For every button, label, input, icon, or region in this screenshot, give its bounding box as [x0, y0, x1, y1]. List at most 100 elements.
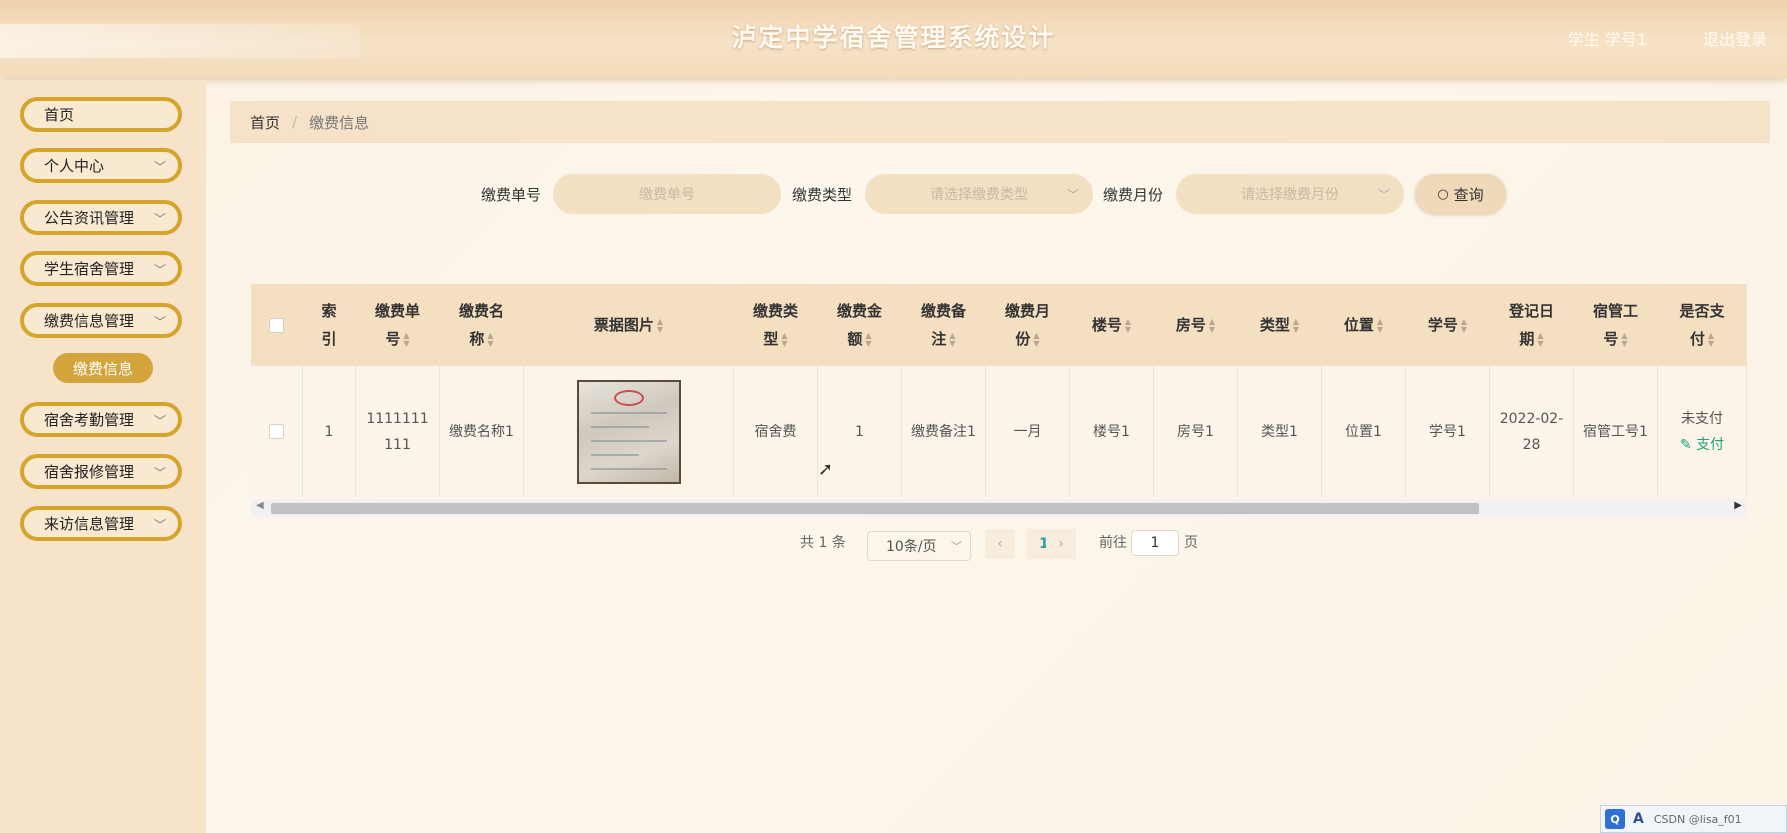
col-header-staff-no[interactable]: 宿管工 号 ▲ ▼: [1574, 284, 1658, 366]
sidebar: 首页 个人中心 ﹀ 公告资讯管理 ﹀ 学生宿舍管理 ﹀ 缴费信息管理 ﹀ 缴费信息 宿舍…: [0, 80, 206, 833]
row-select-cell: [251, 366, 303, 497]
edit-icon: ✎: [1679, 436, 1697, 453]
query-button-label: 查询: [1453, 185, 1484, 204]
cell-room: 房号1: [1154, 366, 1238, 497]
sort-icon[interactable]: ▲ ▼: [949, 331, 955, 348]
col-header-label: 缴费金 额: [836, 302, 882, 348]
pagination-total: 共 1 条: [800, 532, 846, 552]
sidebar-item-label: 来访信息管理: [44, 515, 135, 533]
sort-icon[interactable]: ▲ ▼: [1125, 317, 1131, 334]
col-header-receipt-image[interactable]: 票据图片 ▲ ▼: [524, 284, 734, 366]
col-header-building[interactable]: 楼号 ▲ ▼: [1070, 284, 1154, 366]
col-header-label: 缴费类 型: [752, 302, 798, 348]
sidebar-item-home[interactable]: 首页: [20, 97, 182, 132]
col-header-paid[interactable]: 是否支 付 ▲ ▼: [1658, 284, 1747, 366]
payment-type-select[interactable]: 请选择缴费类型 ﹀: [865, 174, 1093, 214]
receipt-line: [590, 453, 639, 456]
col-header-payment-no[interactable]: 缴费单 号 ▲ ▼: [356, 284, 440, 366]
col-header-payment-month[interactable]: 缴费月 份 ▲ ▼: [986, 284, 1070, 366]
breadcrumb-separator: /: [292, 113, 298, 131]
payment-no-label: 缴费单号: [481, 186, 542, 204]
col-header-index[interactable]: 索 引: [303, 284, 356, 366]
next-page-button[interactable]: ›: [1046, 529, 1076, 559]
col-header-payment-name[interactable]: 缴费名 称 ▲ ▼: [440, 284, 524, 366]
sort-icon[interactable]: ▲ ▼: [1537, 331, 1543, 348]
sidebar-item-dorm-management[interactable]: 学生宿舍管理 ﹀: [20, 251, 182, 286]
payment-no-input[interactable]: 缴费单号: [553, 174, 781, 214]
sort-icon[interactable]: ▲ ▼: [781, 331, 787, 348]
payment-type-label: 缴费类型: [792, 186, 853, 204]
system-tray: Q A CSDN @lisa_f01: [1600, 805, 1787, 833]
col-header-label: 楼号: [1091, 316, 1122, 334]
col-header-payment-amount[interactable]: 缴费金 额 ▲ ▼: [818, 284, 902, 366]
cell-index: 1: [303, 366, 356, 497]
chevron-down-icon: ﹀: [153, 263, 166, 277]
pay-button-label: 支付: [1696, 436, 1725, 453]
logout-button[interactable]: 退出登录: [1703, 26, 1767, 50]
col-header-label: 缴费月 份: [1004, 302, 1050, 348]
sidebar-item-label: 个人中心: [44, 157, 105, 175]
cell-payment-note: 缴费备注1: [902, 366, 986, 497]
chevron-down-icon: ﹀: [1066, 187, 1079, 202]
sort-icon[interactable]: ▲ ▼: [487, 331, 493, 348]
language-icon[interactable]: A: [1633, 811, 1644, 827]
chevron-left-icon: ‹: [997, 536, 1003, 552]
cell-kind: 类型1: [1238, 366, 1322, 497]
scroll-left-arrow-icon[interactable]: ◀: [256, 500, 264, 511]
receipt-image[interactable]: [576, 379, 681, 484]
sidebar-item-announcements[interactable]: 公告资讯管理 ﹀: [20, 200, 182, 235]
sort-icon[interactable]: ▲ ▼: [1377, 317, 1383, 334]
goto-page-input[interactable]: 1: [1131, 530, 1179, 556]
col-header-label: 是否支 付: [1679, 302, 1725, 348]
sort-icon[interactable]: ▲ ▼: [657, 317, 663, 334]
ime-icon[interactable]: Q: [1605, 809, 1625, 829]
sort-icon[interactable]: ▲ ▼: [1209, 317, 1215, 334]
goto-label: 前往: [1099, 535, 1127, 551]
col-header-payment-note[interactable]: 缴费备 注 ▲ ▼: [902, 284, 986, 366]
sidebar-item-repair[interactable]: 宿舍报修管理 ﹀: [20, 454, 182, 489]
sort-icon[interactable]: ▲ ▼: [1461, 317, 1467, 334]
pay-button[interactable]: ✎ 支付: [1680, 432, 1724, 458]
payment-month-placeholder: 请选择缴费月份: [1241, 187, 1339, 203]
col-header-location[interactable]: 位置 ▲ ▼: [1322, 284, 1406, 366]
sidebar-subitem-payment-info[interactable]: 缴费信息: [53, 353, 153, 383]
receipt-line: [590, 439, 667, 442]
col-header-student-no[interactable]: 学号 ▲ ▼: [1406, 284, 1490, 366]
breadcrumb-home[interactable]: 首页: [250, 112, 280, 133]
chevron-down-icon: ﹀: [153, 466, 166, 480]
cell-paid: 未支付 ✎ 支付: [1658, 366, 1747, 497]
col-header-payment-type[interactable]: 缴费类 型 ▲ ▼: [734, 284, 818, 366]
table-horizontal-scrollbar[interactable]: ◀ ▶: [251, 499, 1747, 517]
chevron-down-icon: ﹀: [153, 160, 166, 174]
sort-icon[interactable]: ▲ ▼: [1293, 317, 1299, 334]
query-button[interactable]: ○ 查询: [1415, 174, 1506, 214]
page-size-select[interactable]: 10条/页 ﹀: [867, 531, 971, 561]
sort-icon[interactable]: ▲ ▼: [1033, 331, 1039, 348]
select-all-checkbox[interactable]: [269, 317, 284, 333]
cell-receipt-image: [524, 366, 734, 497]
sort-icon[interactable]: ▲ ▼: [1621, 331, 1627, 348]
receipt-line: [590, 467, 667, 470]
scroll-right-arrow-icon[interactable]: ▶: [1734, 500, 1742, 511]
sidebar-item-payment-management[interactable]: 缴费信息管理 ﹀: [20, 303, 182, 338]
col-header-register-date[interactable]: 登记日 期 ▲ ▼: [1490, 284, 1574, 366]
sort-icon[interactable]: ▲ ▼: [403, 331, 409, 348]
payment-no-placeholder: 缴费单号: [639, 187, 695, 203]
col-header-room[interactable]: 房号 ▲ ▼: [1154, 284, 1238, 366]
cell-payment-type: 宿舍费: [734, 366, 818, 497]
sidebar-item-visitors[interactable]: 来访信息管理 ﹀: [20, 506, 182, 541]
chevron-down-icon: ﹀: [153, 518, 166, 532]
scrollbar-thumb[interactable]: [271, 503, 1479, 514]
select-all-cell: [251, 284, 303, 366]
row-checkbox[interactable]: [269, 424, 284, 439]
col-header-kind[interactable]: 类型 ▲ ▼: [1238, 284, 1322, 366]
top-header: 泸定中学宿舍管理系统设计 学生 学号1 退出登录: [0, 0, 1787, 78]
sort-icon[interactable]: ▲ ▼: [865, 331, 871, 348]
sidebar-item-attendance[interactable]: 宿舍考勤管理 ﹀: [20, 402, 182, 437]
sidebar-item-personal-center[interactable]: 个人中心 ﹀: [20, 148, 182, 183]
payment-month-select[interactable]: 请选择缴费月份 ﹀: [1176, 174, 1404, 214]
chevron-right-icon: ›: [1058, 536, 1064, 552]
sort-icon[interactable]: ▲ ▼: [1708, 331, 1714, 348]
pagination-total-count: 1: [818, 535, 828, 551]
prev-page-button[interactable]: ‹: [985, 529, 1015, 559]
